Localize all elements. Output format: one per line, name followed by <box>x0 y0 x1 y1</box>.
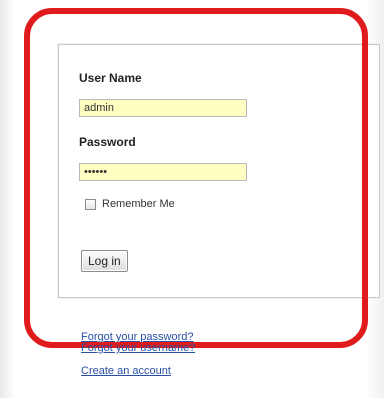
page-edge <box>0 0 14 398</box>
highlight-annotation <box>24 8 368 348</box>
create-account-link[interactable]: Create an account <box>81 360 171 383</box>
page: User Name Password Remember Me Log in Fo… <box>0 0 384 398</box>
forgot-username-link[interactable]: Forgot your username? <box>81 343 195 354</box>
account-links: Forgot your password? Forgot your userna… <box>81 326 195 383</box>
